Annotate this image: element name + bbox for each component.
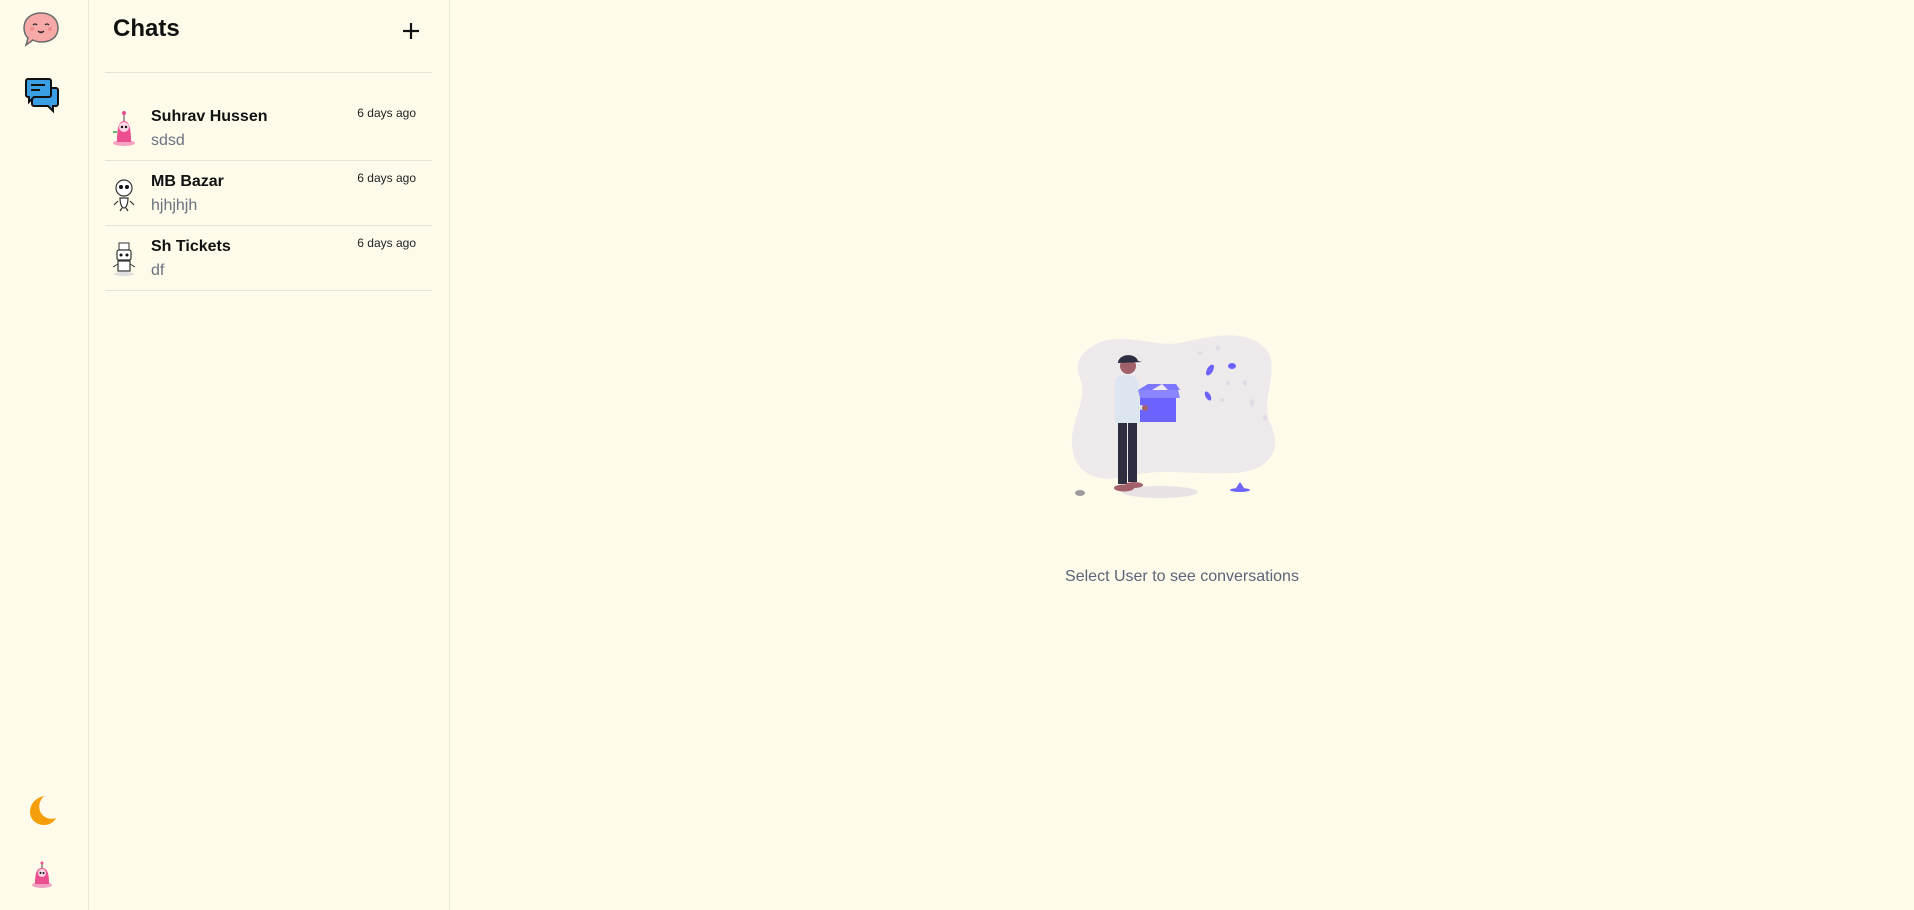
app-logo-icon xyxy=(21,10,61,50)
chats-title: Chats xyxy=(113,15,180,42)
chat-list-item[interactable]: Sh Tickets df 6 days ago xyxy=(105,226,432,291)
chat-list: Suhrav Hussen sdsd 6 days ago MB Bazar h… xyxy=(105,96,432,291)
chats-panel: Chats Suhrav Hussen sdsd 6 days ago MB B… xyxy=(89,0,450,910)
chat-preview: df xyxy=(151,262,165,279)
empty-state-message: Select User to see conversations xyxy=(1065,568,1299,585)
plus-icon xyxy=(403,23,419,39)
chats-header: Chats xyxy=(105,0,432,73)
empty-state-illustration xyxy=(1060,328,1290,508)
moon-icon[interactable] xyxy=(24,793,58,827)
new-chat-button[interactable] xyxy=(398,18,424,44)
app-root: Chats Suhrav Hussen sdsd 6 days ago MB B… xyxy=(0,0,1914,910)
chat-time: 6 days ago xyxy=(357,106,416,120)
left-rail xyxy=(0,0,89,910)
chat-avatar xyxy=(109,109,139,147)
chats-nav-icon[interactable] xyxy=(23,76,61,114)
chat-preview: sdsd xyxy=(151,132,185,149)
conversation-area: Select User to see conversations xyxy=(450,0,1914,910)
chat-time: 6 days ago xyxy=(357,171,416,185)
chat-avatar xyxy=(109,239,139,277)
chat-preview: hjhjhjh xyxy=(151,197,198,214)
chat-name: Sh Tickets xyxy=(151,238,231,255)
profile-avatar[interactable] xyxy=(29,860,55,888)
chat-avatar xyxy=(109,174,139,212)
chat-list-item[interactable]: Suhrav Hussen sdsd 6 days ago xyxy=(105,96,432,161)
chat-time: 6 days ago xyxy=(357,236,416,250)
chat-name: MB Bazar xyxy=(151,173,224,190)
chat-list-item[interactable]: MB Bazar hjhjhjh 6 days ago xyxy=(105,161,432,226)
chat-name: Suhrav Hussen xyxy=(151,108,268,125)
